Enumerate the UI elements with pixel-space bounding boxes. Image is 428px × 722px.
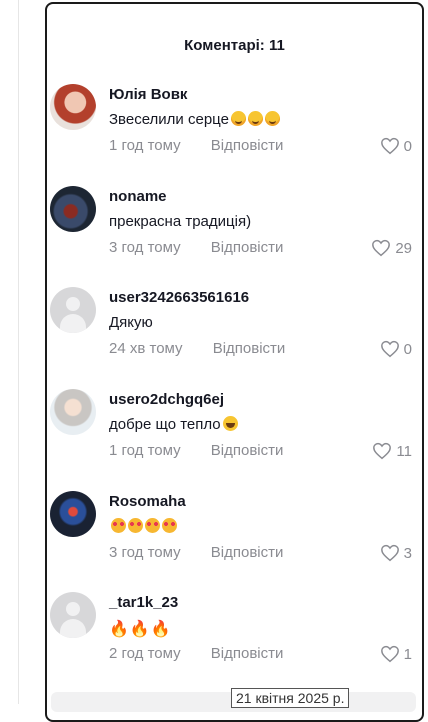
- heart-eyes-emoji: [128, 518, 143, 533]
- like-button[interactable]: 3: [380, 544, 412, 562]
- comment-meta: 3 год тому Відповісти: [109, 544, 283, 561]
- page-divider: [18, 0, 19, 704]
- comments-title: Коментарі: 11: [184, 37, 285, 54]
- like-button[interactable]: 1: [380, 645, 412, 663]
- comment-meta: 24 хв тому Відповісти: [109, 340, 285, 357]
- like-count: 0: [403, 340, 412, 358]
- comment-item: noname прекрасна традиція) 3 год тому Ві…: [47, 186, 422, 266]
- comment-item: Юлія Вовк Звеселили серце 1 год тому Від…: [47, 84, 422, 164]
- heart-eyes-emoji: [145, 518, 160, 533]
- comment-time: 1 год тому: [109, 442, 181, 459]
- heart-eyes-emoji: [162, 518, 177, 533]
- blush-emoji: [230, 111, 246, 126]
- comment-username[interactable]: Юлія Вовк: [109, 86, 187, 103]
- reply-button[interactable]: Відповісти: [211, 544, 284, 561]
- reply-button[interactable]: Відповісти: [211, 645, 284, 662]
- default-avatar-body: [60, 314, 86, 333]
- comment-username[interactable]: usero2dchgq6ej: [109, 391, 224, 408]
- date-tooltip: 21 квітня 2025 р.: [231, 688, 350, 708]
- like-count: 0: [403, 137, 412, 155]
- comment-text-content: Звеселили серце: [109, 111, 229, 128]
- heart-icon: [373, 442, 392, 460]
- comment-meta: 3 год тому Відповісти: [109, 239, 283, 256]
- comment-meta: 1 год тому Відповісти: [109, 137, 283, 154]
- heart-icon: [380, 645, 399, 663]
- heart-eyes-emoji: [111, 518, 126, 533]
- comment-item: user3242663561616 Дякую 24 хв тому Відпо…: [47, 287, 422, 367]
- fire-emoji: 🔥: [150, 621, 171, 638]
- fire-emoji: 🔥: [109, 621, 129, 638]
- heart-icon: [380, 340, 399, 358]
- heart-icon: [372, 239, 391, 257]
- default-avatar-body: [60, 619, 86, 638]
- avatar[interactable]: [50, 287, 96, 333]
- like-count: 11: [396, 442, 412, 460]
- comment-text-content: добре що тепло: [109, 416, 221, 433]
- reply-button[interactable]: Відповісти: [211, 137, 284, 154]
- comment-username[interactable]: Rosomaha: [109, 493, 186, 510]
- comment-text: [109, 518, 177, 535]
- default-avatar-head: [66, 297, 80, 311]
- avatar[interactable]: [50, 389, 96, 435]
- comment-item: Rosomaha 3 год тому Відповісти 3: [47, 491, 422, 571]
- comments-panel: Коментарі: 11 Юлія Вовк Звеселили серце …: [45, 2, 424, 722]
- avatar[interactable]: [50, 186, 96, 232]
- comment-time: 24 хв тому: [109, 340, 183, 357]
- avatar[interactable]: [50, 84, 96, 130]
- comment-time: 3 год тому: [109, 544, 181, 561]
- comment-item: usero2dchgq6ej добре що тепло 1 год тому…: [47, 389, 422, 469]
- avatar[interactable]: [50, 592, 96, 638]
- like-count: 1: [403, 645, 412, 663]
- comment-time: 2 год тому: [109, 645, 181, 662]
- like-count: 29: [395, 239, 412, 257]
- comment-text: Дякую: [109, 314, 153, 331]
- default-avatar-head: [66, 602, 80, 616]
- like-button[interactable]: 0: [380, 340, 412, 358]
- comment-username[interactable]: noname: [109, 188, 167, 205]
- reply-button[interactable]: Відповісти: [211, 239, 284, 256]
- comment-text: 🔥🔥🔥: [109, 619, 172, 639]
- like-count: 3: [403, 544, 412, 562]
- comment-item: _tar1k_23 🔥🔥🔥 2 год тому Відповісти 1: [47, 592, 422, 672]
- blush-emoji: [264, 111, 280, 126]
- like-button[interactable]: 29: [371, 239, 412, 257]
- fire-emoji: 🔥: [129, 621, 150, 638]
- comment-text: прекрасна традиція): [109, 213, 252, 230]
- comment-meta: 1 год тому Відповісти: [109, 442, 283, 459]
- like-button[interactable]: 11: [372, 442, 412, 460]
- like-button[interactable]: 0: [380, 137, 412, 155]
- comment-time: 3 год тому: [109, 239, 181, 256]
- heart-icon: [380, 137, 399, 155]
- reply-button[interactable]: Відповісти: [213, 340, 286, 357]
- comment-username[interactable]: _tar1k_23: [109, 594, 178, 611]
- comment-time: 1 год тому: [109, 137, 181, 154]
- heart-icon: [380, 544, 399, 562]
- comment-username[interactable]: user3242663561616: [109, 289, 249, 306]
- reply-button[interactable]: Відповісти: [211, 442, 284, 459]
- comment-meta: 2 год тому Відповісти: [109, 645, 283, 662]
- laughing-emoji: [222, 416, 238, 431]
- comment-text: добре що тепло: [109, 416, 238, 433]
- avatar[interactable]: [50, 491, 96, 537]
- blush-emoji: [247, 111, 263, 126]
- comment-text: Звеселили серце: [109, 111, 280, 128]
